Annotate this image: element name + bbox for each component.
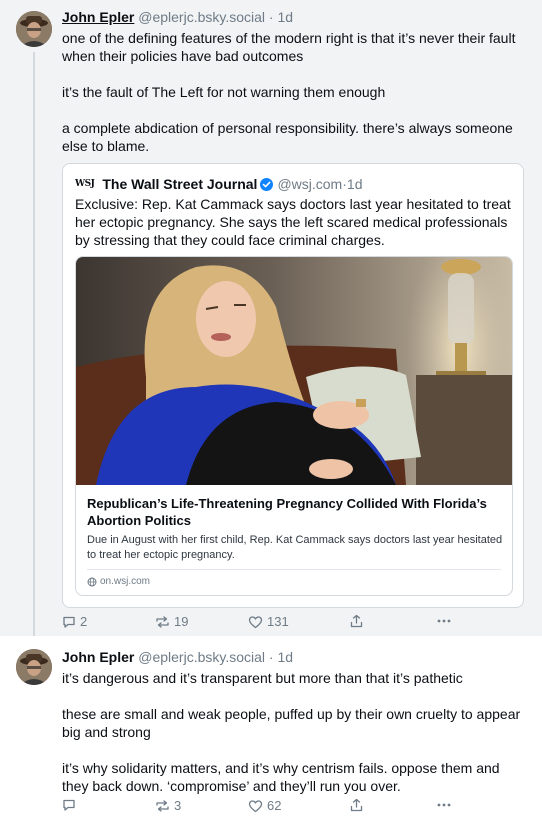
quote-author-name[interactable]: The Wall Street Journal <box>102 175 257 193</box>
reply-icon <box>63 799 75 811</box>
quote-meta: WSJ The Wall Street Journal @wsj.com · 1… <box>75 175 362 193</box>
globe-icon <box>87 577 97 587</box>
quote-post[interactable]: WSJ The Wall Street Journal @wsj.com · 1… <box>62 163 524 608</box>
more-button[interactable] <box>436 798 452 812</box>
post-time[interactable]: 1d <box>277 9 293 25</box>
reply-icon <box>63 616 75 628</box>
post-time[interactable]: 1d <box>277 649 293 665</box>
share-icon <box>350 798 363 812</box>
share-button[interactable] <box>350 798 363 812</box>
avatar[interactable] <box>16 11 52 47</box>
author-handle[interactable]: @eplerjc.bsky.social <box>138 9 265 25</box>
thread-line <box>33 52 35 636</box>
quote-text: Exclusive: Rep. Kat Cammack says doctors… <box>75 196 511 248</box>
reply-button[interactable] <box>62 798 80 812</box>
separator: · <box>265 649 278 665</box>
repost-count: 3 <box>174 798 182 813</box>
like-count: 62 <box>267 798 282 813</box>
repost-button[interactable]: 3 <box>155 798 181 813</box>
post-paragraph: these are small and weak people, puffed … <box>62 706 521 740</box>
post-paragraph: it’s why solidarity matters, and it’s wh… <box>62 760 500 794</box>
link-card-domain: on.wsj.com <box>87 575 150 589</box>
share-icon <box>350 614 363 628</box>
repost-count: 19 <box>174 614 189 629</box>
like-count: 131 <box>267 614 289 629</box>
link-card-image <box>76 257 512 485</box>
wsj-logo: WSJ <box>75 179 95 189</box>
post-1[interactable]: John Epler @eplerjc.bsky.social · 1d one… <box>0 0 542 636</box>
share-button[interactable] <box>350 614 363 628</box>
repost-button[interactable]: 19 <box>155 614 188 629</box>
author-handle[interactable]: @eplerjc.bsky.social <box>138 649 265 665</box>
post-meta: John Epler @eplerjc.bsky.social · 1d <box>62 8 528 26</box>
post-paragraph: a complete abdication of personal respon… <box>62 120 513 154</box>
more-button[interactable] <box>436 614 452 628</box>
repost-icon <box>156 615 169 628</box>
post-meta: John Epler @eplerjc.bsky.social · 1d <box>62 648 528 666</box>
like-icon <box>248 799 263 812</box>
reply-button[interactable]: 2 <box>62 614 87 629</box>
like-button[interactable]: 131 <box>248 614 289 629</box>
quote-time[interactable]: 1d <box>347 175 363 193</box>
repost-icon <box>156 799 169 812</box>
link-card[interactable]: Republican’s Life-Threatening Pregnancy … <box>75 256 513 596</box>
post-actions: 2 19 131 <box>62 614 462 634</box>
post-text: it’s dangerous and it’s transparent but … <box>62 669 528 795</box>
divider <box>87 569 501 570</box>
link-card-description: Due in August with her first child, Rep.… <box>87 534 503 561</box>
post-paragraph: it’s the fault of The Left for not warni… <box>62 84 386 100</box>
post-paragraph: it’s dangerous and it’s transparent but … <box>62 670 463 686</box>
post-2[interactable]: John Epler @eplerjc.bsky.social · 1d it’… <box>0 636 542 829</box>
more-icon <box>437 619 451 623</box>
like-icon <box>248 615 263 628</box>
like-button[interactable]: 62 <box>248 798 281 813</box>
author-name[interactable]: John Epler <box>62 649 134 665</box>
separator: · <box>265 9 278 25</box>
more-icon <box>437 803 451 807</box>
post-paragraph: one of the defining features of the mode… <box>62 30 516 64</box>
post-actions: 3 62 <box>62 798 462 818</box>
link-card-title[interactable]: Republican’s Life-Threatening Pregnancy … <box>87 495 507 529</box>
post-text: one of the defining features of the mode… <box>62 29 528 155</box>
domain-text: on.wsj.com <box>100 576 151 587</box>
verified-icon <box>260 177 274 191</box>
quote-author-handle[interactable]: @wsj.com <box>277 175 342 193</box>
author-name[interactable]: John Epler <box>62 9 134 25</box>
reply-count: 2 <box>80 614 88 629</box>
avatar[interactable] <box>16 649 52 685</box>
